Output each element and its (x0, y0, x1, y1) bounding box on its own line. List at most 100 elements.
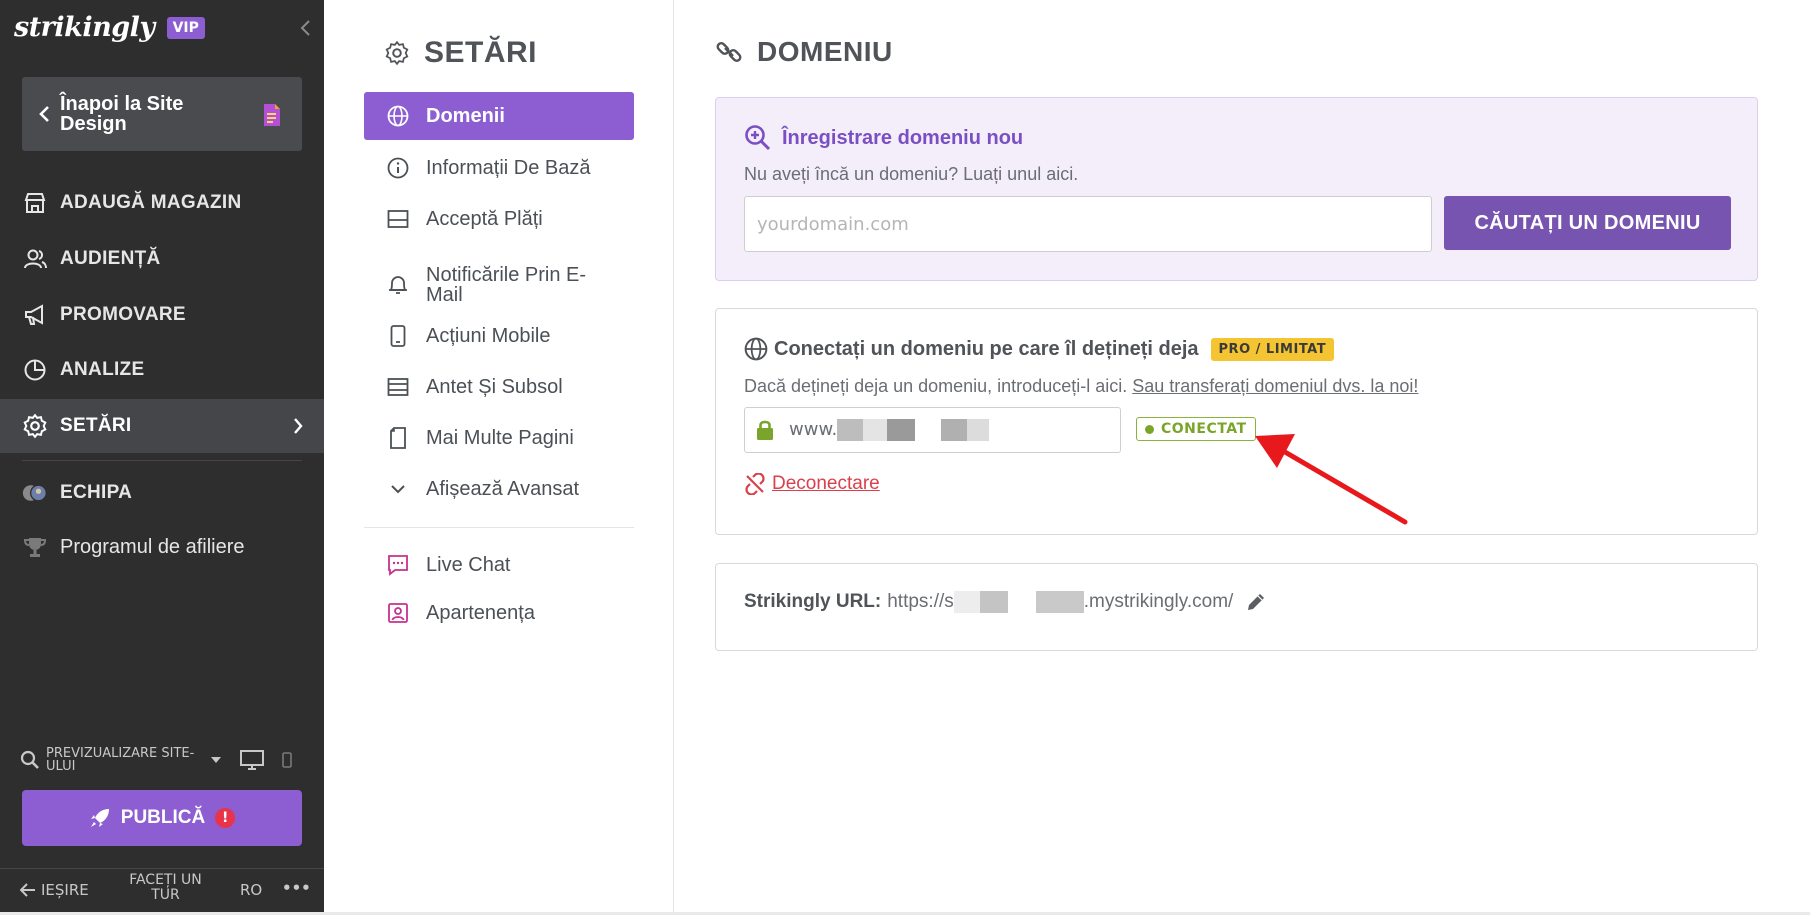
nav-team[interactable]: ECHIPA (0, 466, 324, 520)
nav-analytics[interactable]: ANALIZE (0, 343, 324, 397)
preview-site-label: PREVIZUALIZARE SITE-ULUI (46, 746, 195, 774)
brand-logo: strikingly (14, 12, 155, 43)
info-icon (387, 157, 409, 179)
register-domain-subtitle: Nu aveți încă un domeniu? Luați unul aic… (744, 164, 1079, 184)
mobile-icon (390, 325, 406, 347)
connected-domain-field[interactable]: www. (744, 407, 1121, 453)
settings-item-email-notifications[interactable]: Notificările Prin E-Mail (364, 256, 634, 314)
take-tour-link[interactable]: FACEȚI UN TUR (118, 873, 213, 903)
brand[interactable]: strikingly VIP (14, 12, 205, 43)
back-to-site-design-button[interactable]: Înapoi la Site Design (22, 77, 302, 151)
publish-button[interactable]: PUBLICĂ ! (22, 790, 302, 846)
settings-item-mobile-actions[interactable]: Acțiuni Mobile (364, 312, 634, 360)
settings-item-live-chat[interactable]: Live Chat (364, 541, 634, 589)
connected-domain-value: www. (789, 419, 990, 441)
settings-divider (364, 527, 634, 528)
status-dot (1145, 424, 1154, 434)
exit-link[interactable]: IEȘIRE (20, 881, 89, 899)
transfer-domain-link[interactable]: Sau transferați domeniul dvs. la noi! (1132, 376, 1418, 396)
nav-label: ADAUGĂ MAGAZIN (60, 192, 242, 213)
connect-domain-header: Conectați un domeniu pe care îl dețineți… (744, 337, 1335, 361)
nav-label: Programul de afiliere (60, 535, 245, 558)
store-icon (24, 193, 46, 213)
connect-domain-subtitle: Dacă dețineți deja un domeniu, introduce… (744, 376, 1418, 397)
nav-settings[interactable]: SETĂRI (0, 399, 324, 453)
caret-down-icon[interactable] (210, 756, 222, 764)
globe-icon (387, 105, 409, 127)
settings-item-accept-payments[interactable]: Acceptă Plăți (364, 195, 634, 243)
settings-item-membership[interactable]: Apartenența (364, 589, 634, 637)
settings-item-label: Live Chat (426, 554, 511, 576)
settings-column: SETĂRI Domenii Informații De Bază Accept… (324, 0, 674, 915)
settings-item-label: Acceptă Plăți (426, 208, 543, 230)
broken-link-icon (745, 473, 765, 495)
settings-item-label: Apartenența (426, 602, 535, 624)
settings-item-header-footer[interactable]: Antet Și Subsol (364, 363, 634, 411)
nav-label: PROMOVARE (60, 304, 186, 325)
desktop-icon[interactable] (240, 750, 264, 770)
redacted-block (1007, 591, 1036, 613)
link-icon (716, 42, 742, 62)
nav-promote[interactable]: PROMOVARE (0, 288, 324, 342)
nav-audience[interactable]: AUDIENȚĂ (0, 232, 324, 286)
sidebar: strikingly VIP Înapoi la Site Design ADA… (0, 0, 324, 915)
settings-item-show-advanced[interactable]: Afișează Avansat (364, 465, 634, 513)
strikingly-url-card: Strikingly URL: https://s .mystrikingly.… (715, 563, 1758, 651)
back-label: Înapoi la Site Design (60, 93, 184, 135)
settings-item-more-pages[interactable]: Mai Multe Pagini (364, 414, 634, 462)
redacted-block (837, 419, 864, 441)
nav-affiliate-program[interactable]: Programul de afiliere (0, 520, 324, 574)
megaphone-icon (25, 304, 43, 325)
settings-item-label: Mai Multe Pagini (426, 427, 574, 449)
language-selector[interactable]: RO (240, 881, 262, 899)
pro-limited-badge: PRO / LIMITAT (1210, 337, 1335, 361)
connect-domain-title: Conectați un domeniu pe care îl dețineți… (774, 337, 1199, 360)
redacted-block (979, 591, 1008, 613)
domain-title-text: DOMENIU (757, 36, 893, 67)
team-avatars-icon (22, 484, 47, 502)
settings-item-basic-info[interactable]: Informații De Bază (364, 144, 634, 192)
nav-label: SETĂRI (60, 415, 132, 436)
more-menu[interactable]: ••• (282, 879, 311, 897)
settings-item-label: Informații De Bază (426, 157, 591, 179)
domain-title: DOMENIU (715, 36, 893, 68)
member-icon (388, 603, 408, 623)
search-icon (20, 750, 39, 769)
register-domain-header: Înregistrare domeniu nou (744, 124, 1023, 152)
trophy-icon (23, 538, 47, 557)
pages-icon (390, 427, 406, 449)
nav-label: ANALIZE (60, 359, 145, 380)
document-icon (264, 104, 280, 126)
connected-status-badge: CONECTAT (1136, 417, 1256, 441)
bell-icon (389, 276, 407, 294)
mobile-icon[interactable] (282, 752, 292, 768)
disconnect-label: Deconectare (772, 473, 880, 494)
lock-icon (757, 420, 773, 440)
connect-domain-subtitle-text: Dacă dețineți deja un domeniu, introduce… (744, 376, 1128, 396)
strikingly-url-prefix: https://s (887, 591, 954, 612)
nav-add-store[interactable]: ADAUGĂ MAGAZIN (0, 176, 324, 230)
pie-chart-icon (24, 359, 46, 381)
chevron-left-icon[interactable] (296, 18, 316, 38)
preview-site-row[interactable]: PREVIZUALIZARE SITE-ULUI (20, 740, 310, 780)
chevron-right-icon (294, 418, 303, 434)
sidebar-divider (22, 460, 302, 461)
pencil-icon[interactable] (1245, 591, 1267, 613)
connected-status-text: CONECTAT (1161, 421, 1247, 437)
disconnect-link[interactable]: Deconectare (744, 473, 880, 495)
layout-icon (387, 378, 409, 396)
connect-domain-card: Conectați un domeniu pe care îl dețineți… (715, 308, 1758, 535)
redacted-block (887, 419, 916, 441)
register-domain-title: Înregistrare domeniu nou (782, 126, 1024, 149)
settings-item-domains[interactable]: Domenii (364, 92, 634, 140)
chevron-left-icon (39, 106, 49, 122)
gear-icon (23, 413, 47, 439)
strikingly-url-row: Strikingly URL: https://s .mystrikingly.… (744, 591, 1267, 613)
rocket-icon (90, 809, 109, 827)
redacted-block (941, 419, 968, 441)
domain-search-input[interactable] (744, 196, 1432, 252)
settings-item-label: Acțiuni Mobile (426, 325, 551, 347)
search-domain-button[interactable]: CĂUTAȚI UN DOMENIU (1444, 196, 1731, 250)
settings-item-label: Antet Și Subsol (426, 376, 563, 398)
redacted-block (1035, 591, 1084, 613)
